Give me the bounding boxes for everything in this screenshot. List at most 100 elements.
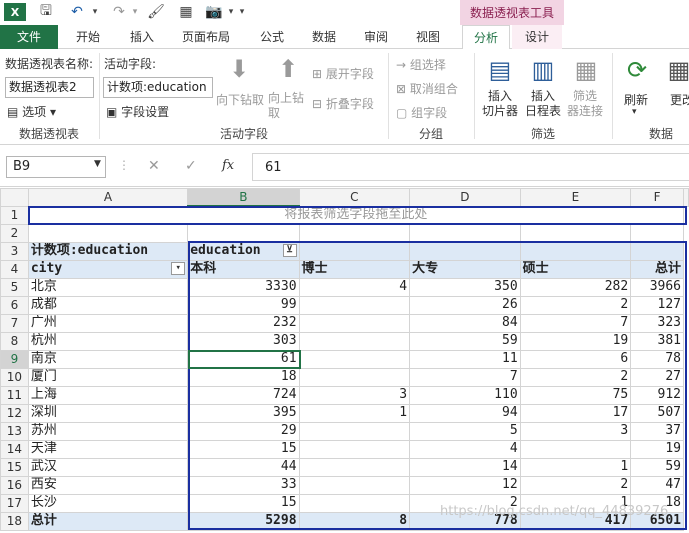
- pivot-value-cell[interactable]: 3966: [630, 277, 684, 297]
- filter-dropdown-icon[interactable]: ▾: [171, 262, 186, 275]
- pivot-value-cell[interactable]: 19: [630, 439, 684, 459]
- pivot-value-cell[interactable]: [298, 349, 411, 369]
- cell[interactable]: [630, 223, 684, 243]
- pivot-value-cell[interactable]: 110: [409, 385, 521, 405]
- refresh-dropdown-icon[interactable]: ▾: [632, 107, 637, 117]
- active-field-input[interactable]: 计数项:education: [103, 77, 213, 98]
- grand-total-cell[interactable]: 778: [409, 511, 521, 531]
- tab-data[interactable]: 数据: [302, 25, 346, 49]
- cell[interactable]: [27, 223, 189, 243]
- pivot-value-cell[interactable]: 37: [630, 421, 684, 441]
- column-header[interactable]: B: [187, 188, 300, 207]
- pivot-options-button[interactable]: ▤ 选项 ▾: [7, 103, 56, 120]
- camera-dropdown-icon[interactable]: ▾: [226, 2, 236, 22]
- pivot-value-cell[interactable]: 350: [409, 277, 521, 297]
- tab-review[interactable]: 审阅: [354, 25, 398, 49]
- filter-connections-button[interactable]: 筛选 器连接: [567, 89, 603, 119]
- tab-insert[interactable]: 插入: [120, 25, 164, 49]
- cancel-icon[interactable]: ✕: [148, 158, 160, 174]
- row-header[interactable]: 14: [0, 439, 29, 459]
- pivot-value-cell[interactable]: 4: [409, 439, 521, 459]
- group-selection-button[interactable]: → 组选择: [396, 56, 446, 73]
- customize-qat-icon[interactable]: ▾: [236, 2, 248, 22]
- pivot-value-cell[interactable]: 724: [187, 385, 300, 405]
- enter-icon[interactable]: ✓: [185, 158, 197, 174]
- name-box[interactable]: B9: [6, 156, 106, 178]
- row-header[interactable]: 4: [0, 259, 29, 279]
- pivot-value-cell[interactable]: 323: [630, 313, 684, 333]
- pivot-value-cell[interactable]: 6: [519, 349, 632, 369]
- pivot-column-header[interactable]: 总计: [630, 259, 684, 279]
- pivot-value-cell[interactable]: 61: [187, 349, 300, 369]
- pivot-value-cell[interactable]: 59: [630, 457, 684, 477]
- row-header[interactable]: 2: [0, 223, 29, 243]
- pivot-value-cell[interactable]: 507: [630, 403, 684, 423]
- pivot-value-cell[interactable]: [298, 421, 411, 441]
- row-header[interactable]: 15: [0, 457, 29, 477]
- pivot-value-cell[interactable]: 282: [519, 277, 632, 297]
- save-icon[interactable]: 🖫: [36, 2, 56, 22]
- grand-total-cell[interactable]: 6501: [630, 511, 684, 531]
- pivot-row-label[interactable]: 苏州: [27, 421, 189, 441]
- column-header[interactable]: E: [519, 188, 632, 207]
- pivot-value-cell[interactable]: 232: [187, 313, 300, 333]
- pivot-column-header[interactable]: 博士: [298, 259, 411, 279]
- grand-total-cell[interactable]: 417: [519, 511, 632, 531]
- row-header[interactable]: 9: [0, 349, 29, 369]
- tab-home[interactable]: 开始: [66, 25, 110, 49]
- name-box-dropdown-icon[interactable]: ▼: [94, 159, 101, 169]
- pivot-value-cell[interactable]: 18: [187, 367, 300, 387]
- pivot-value-cell[interactable]: 3: [298, 385, 411, 405]
- pivot-value-cell[interactable]: 127: [630, 295, 684, 315]
- pivot-value-cell[interactable]: 78: [630, 349, 684, 369]
- pivot-value-cell[interactable]: 17: [519, 403, 632, 423]
- pivot-value-cell[interactable]: 59: [409, 331, 521, 351]
- insert-function-icon[interactable]: fx: [222, 158, 234, 173]
- tab-file[interactable]: 文件: [0, 25, 58, 49]
- pivot-value-cell[interactable]: 1: [298, 403, 411, 423]
- pivot-value-cell[interactable]: [298, 493, 411, 513]
- expand-field-button[interactable]: ⊞ 展开字段: [312, 65, 374, 82]
- pivot-value-cell[interactable]: 94: [409, 403, 521, 423]
- pivot-value-cell[interactable]: 15: [187, 439, 300, 459]
- pivot-value-cell[interactable]: 381: [630, 331, 684, 351]
- row-header[interactable]: 3: [0, 241, 29, 261]
- pivot-value-cell[interactable]: 5: [409, 421, 521, 441]
- grand-total-label[interactable]: 总计: [27, 511, 189, 531]
- pivot-value-cell[interactable]: 27: [630, 367, 684, 387]
- redo-dropdown-icon[interactable]: ▾: [130, 2, 140, 22]
- row-header[interactable]: 17: [0, 493, 29, 513]
- column-header[interactable]: D: [409, 188, 521, 207]
- row-header[interactable]: 6: [0, 295, 29, 315]
- pivot-value-cell[interactable]: 14: [409, 457, 521, 477]
- pivot-value-cell[interactable]: 1: [519, 457, 632, 477]
- cell[interactable]: [298, 223, 411, 243]
- pivot-value-cell[interactable]: 3330: [187, 277, 300, 297]
- row-header[interactable]: 16: [0, 475, 29, 495]
- pivot-value-cell[interactable]: 2: [409, 493, 521, 513]
- column-header[interactable]: F: [630, 188, 684, 207]
- drill-down-button[interactable]: 向下钻取: [216, 91, 264, 108]
- undo-dropdown-icon[interactable]: ▾: [90, 2, 100, 22]
- pivot-value-cell[interactable]: [298, 331, 411, 351]
- tab-design[interactable]: 设计: [512, 25, 562, 49]
- pivot-value-cell[interactable]: 12: [409, 475, 521, 495]
- tab-view[interactable]: 视图: [406, 25, 450, 49]
- pivot-value-cell[interactable]: 7: [409, 367, 521, 387]
- pivot-row-label[interactable]: 武汉: [27, 457, 189, 477]
- row-header[interactable]: 12: [0, 403, 29, 423]
- pivot-column-header[interactable]: 本科: [187, 259, 300, 279]
- row-header[interactable]: 13: [0, 421, 29, 441]
- cell[interactable]: [519, 223, 632, 243]
- column-header[interactable]: C: [298, 188, 411, 207]
- tab-formulas[interactable]: 公式: [250, 25, 294, 49]
- camera-icon[interactable]: 📷: [204, 2, 224, 22]
- pivot-value-cell[interactable]: 29: [187, 421, 300, 441]
- select-all-corner[interactable]: [0, 188, 29, 207]
- drill-up-button[interactable]: 向上钻取: [268, 91, 308, 121]
- pivot-row-label[interactable]: 西安: [27, 475, 189, 495]
- undo-icon[interactable]: ↶: [66, 2, 88, 22]
- row-header[interactable]: 8: [0, 331, 29, 351]
- pivot-value-cell[interactable]: 44: [187, 457, 300, 477]
- pivot-row-label[interactable]: 南京: [27, 349, 189, 369]
